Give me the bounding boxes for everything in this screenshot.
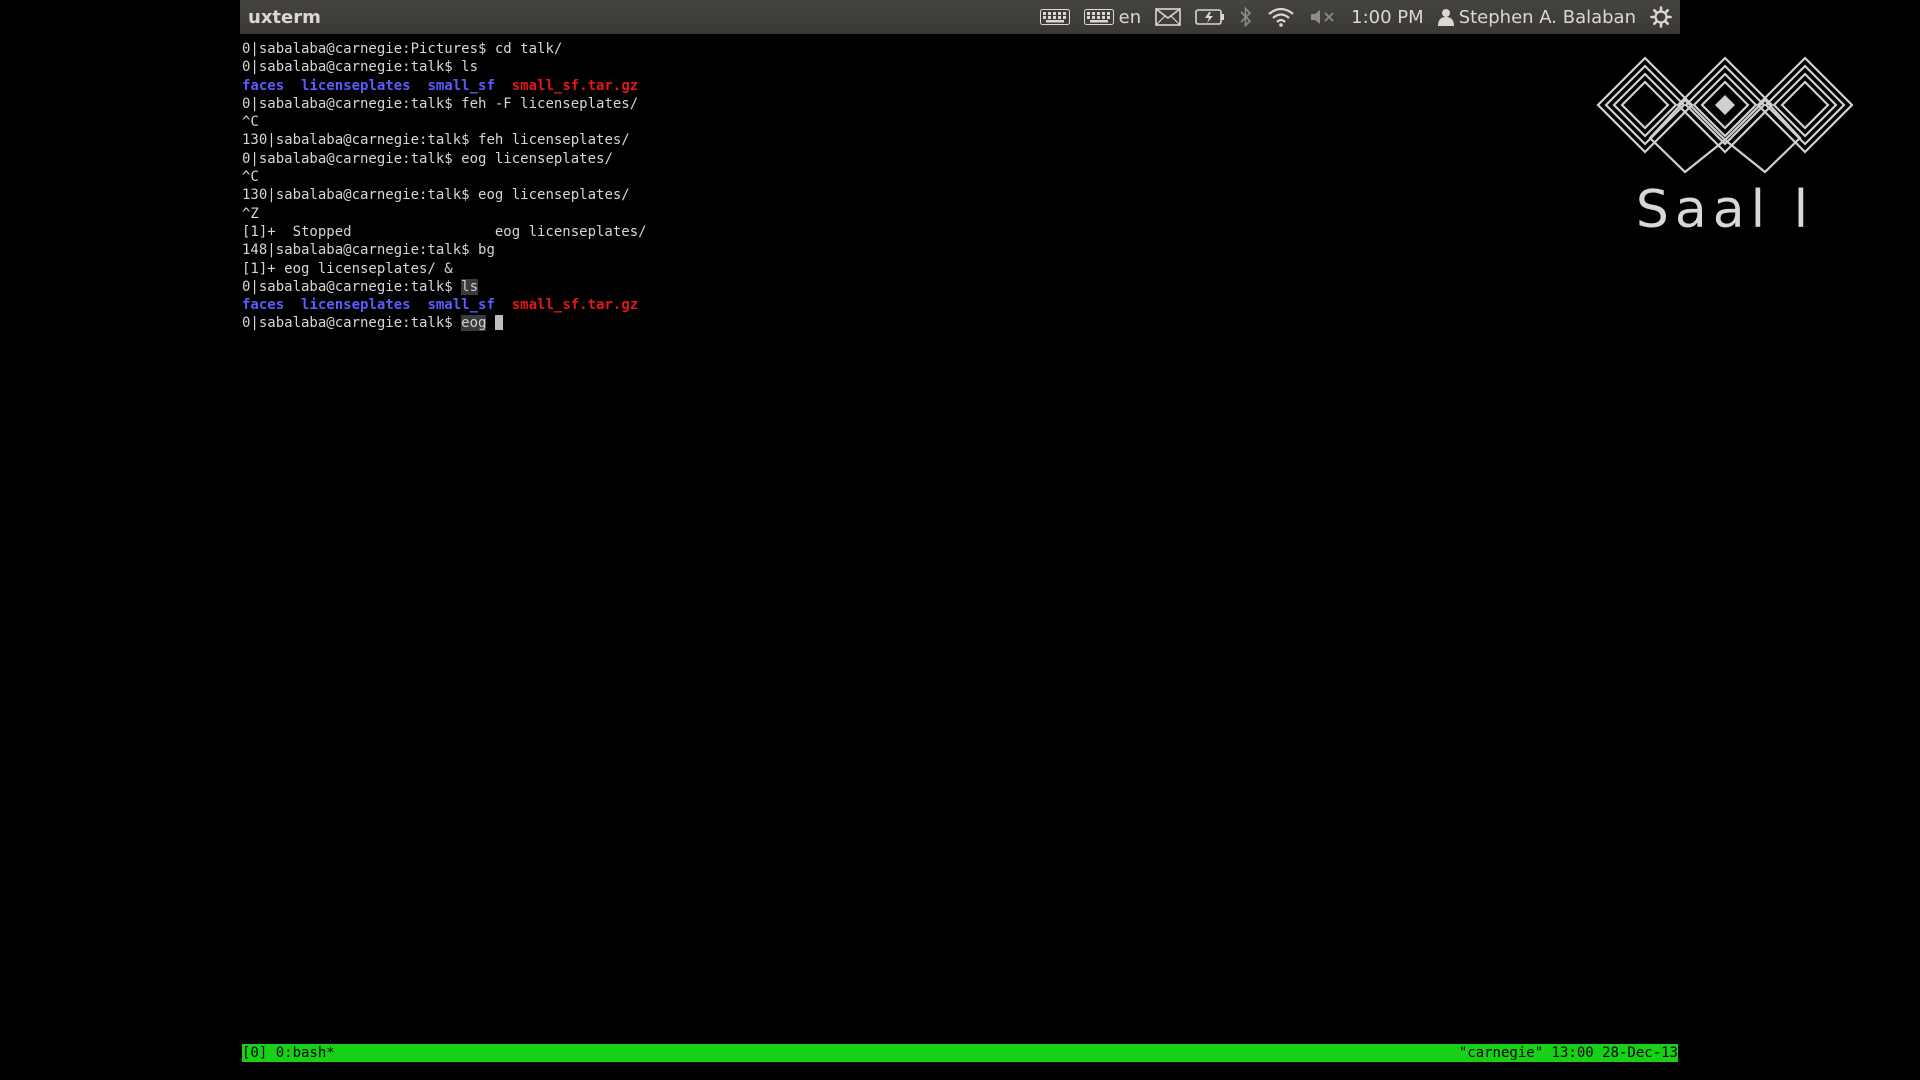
user-name: Stephen A. Balaban: [1458, 6, 1636, 28]
user-icon: [1437, 9, 1454, 26]
keyboard-icon: [1039, 9, 1070, 25]
listing-archive: small_sf.tar.gz: [511, 77, 639, 94]
terminal-line: 0|sabalaba@carnegie:talk$ eog licensepla…: [242, 150, 1678, 168]
terminal-text: ^Z: [242, 205, 259, 222]
terminal-line: 0|sabalaba@carnegie:talk$ ls: [242, 278, 1678, 296]
listing-directory: licenseplates: [301, 297, 411, 314]
shell-prompt: 0|sabalaba@carnegie:talk$: [242, 150, 462, 167]
tmux-status-right: "carnegie" 13:00 28-Dec-13: [1458, 1045, 1678, 1061]
terminal-line: 130|sabalaba@carnegie:talk$ eog licensep…: [242, 186, 1678, 204]
wifi-icon: [1268, 7, 1294, 27]
mail-icon: [1155, 8, 1181, 26]
logo-mark-icon: [1596, 56, 1854, 174]
listing-directory: small_sf: [427, 297, 495, 314]
terminal-line: 0|sabalaba@carnegie:Pictures$ cd talk/: [242, 40, 1678, 58]
shell-prompt: 130|sabalaba@carnegie:talk$: [242, 132, 479, 149]
listing-directory: faces: [242, 77, 285, 94]
shell-prompt: 148|sabalaba@carnegie:talk$: [242, 242, 479, 259]
messaging-indicator[interactable]: [1155, 8, 1181, 26]
terminal-line: ^C: [242, 113, 1678, 131]
network-indicator[interactable]: [1267, 7, 1295, 27]
onboard-keyboard-indicator[interactable]: [1039, 9, 1070, 25]
terminal-text: [1]+ Stopped eog licenseplates/: [242, 223, 647, 240]
keyboard-layout-indicator[interactable]: en: [1083, 6, 1142, 28]
gear-icon: [1650, 6, 1672, 28]
terminal-line: 0|sabalaba@carnegie:talk$ feh -F license…: [242, 95, 1678, 113]
terminal-text: [1]+ eog licenseplates/ &: [242, 260, 453, 277]
shell-prompt: 130|sabalaba@carnegie:talk$: [242, 187, 479, 204]
terminal-line: faces licenseplates small_sf small_sf.ta…: [242, 77, 1678, 95]
logo-text: Saal l: [1635, 180, 1815, 240]
listing-archive: small_sf.tar.gz: [511, 297, 639, 314]
terminal-cursor: [494, 315, 503, 331]
top-panel: uxterm en 1:00 PM Stephen A. Balaban: [240, 0, 1680, 34]
terminal-line: faces licenseplates small_sf small_sf.ta…: [242, 296, 1678, 314]
shell-command: feh -F licenseplates/: [461, 95, 639, 112]
shell-prompt: 0|sabalaba@carnegie:talk$: [242, 278, 462, 295]
keyboard-layout-label: en: [1118, 6, 1142, 28]
desktop: uxterm en 1:00 PM Stephen A. Balaban 0|s…: [0, 0, 1920, 1080]
session-menu[interactable]: [1650, 6, 1672, 28]
volume-muted-icon: [1311, 10, 1334, 24]
listing-directory: licenseplates: [301, 77, 411, 94]
bluetooth-indicator[interactable]: [1239, 6, 1253, 28]
terminal-output[interactable]: 0|sabalaba@carnegie:Pictures$ cd talk/0|…: [242, 40, 1678, 333]
shell-prompt: 0|sabalaba@carnegie:talk$: [242, 315, 462, 332]
user-menu[interactable]: Stephen A. Balaban: [1437, 6, 1636, 28]
terminal-line: ^Z: [242, 205, 1678, 223]
terminal-line: 130|sabalaba@carnegie:talk$ feh licensep…: [242, 131, 1678, 149]
terminal-text: ^C: [242, 114, 259, 131]
terminal-line: 0|sabalaba@carnegie:talk$ eog: [242, 314, 1678, 332]
shell-command: ls: [461, 59, 479, 76]
tmux-status-bar: [0] 0:bash* "carnegie" 13:00 28-Dec-13: [242, 1044, 1678, 1062]
terminal-line: 0|sabalaba@carnegie:talk$ ls: [242, 58, 1678, 76]
terminal-line: [1]+ Stopped eog licenseplates/: [242, 223, 1678, 241]
shell-command: eog licenseplates/: [461, 150, 613, 167]
terminal-line: ^C: [242, 168, 1678, 186]
shell-prompt: 0|sabalaba@carnegie:talk$: [242, 95, 462, 112]
shell-command: bg: [478, 242, 495, 259]
battery-icon: [1195, 9, 1225, 25]
power-indicator[interactable]: [1195, 8, 1225, 26]
terminal-line: 148|sabalaba@carnegie:talk$ bg: [242, 241, 1678, 259]
shell-command: eog licenseplates/: [478, 187, 630, 204]
keyboard-layout-icon: [1083, 9, 1114, 25]
clock[interactable]: 1:00 PM: [1351, 7, 1424, 28]
saal-logo: Saal l: [1590, 50, 1860, 240]
shell-command: feh licenseplates/: [478, 132, 630, 149]
terminal-line: [1]+ eog licenseplates/ &: [242, 260, 1678, 278]
listing-directory: faces: [242, 297, 285, 314]
terminal-text: ^C: [242, 169, 259, 186]
bluetooth-icon: [1240, 6, 1252, 28]
tmux-window-list[interactable]: [0] 0:bash*: [242, 1044, 335, 1062]
shell-command: cd talk/: [494, 41, 563, 57]
indicator-area: en 1:00 PM Stephen A. Balaban: [1039, 0, 1672, 34]
sound-indicator[interactable]: [1309, 8, 1337, 26]
shell-prompt: 0|sabalaba@carnegie:talk$: [242, 59, 462, 76]
listing-directory: small_sf: [427, 77, 495, 94]
shell-prompt: 0|sabalaba@carnegie:Pictures$: [242, 41, 495, 57]
window-title: uxterm: [248, 6, 321, 28]
shell-command-selected[interactable]: ls: [461, 278, 479, 295]
shell-command-selected[interactable]: eog: [461, 315, 487, 332]
